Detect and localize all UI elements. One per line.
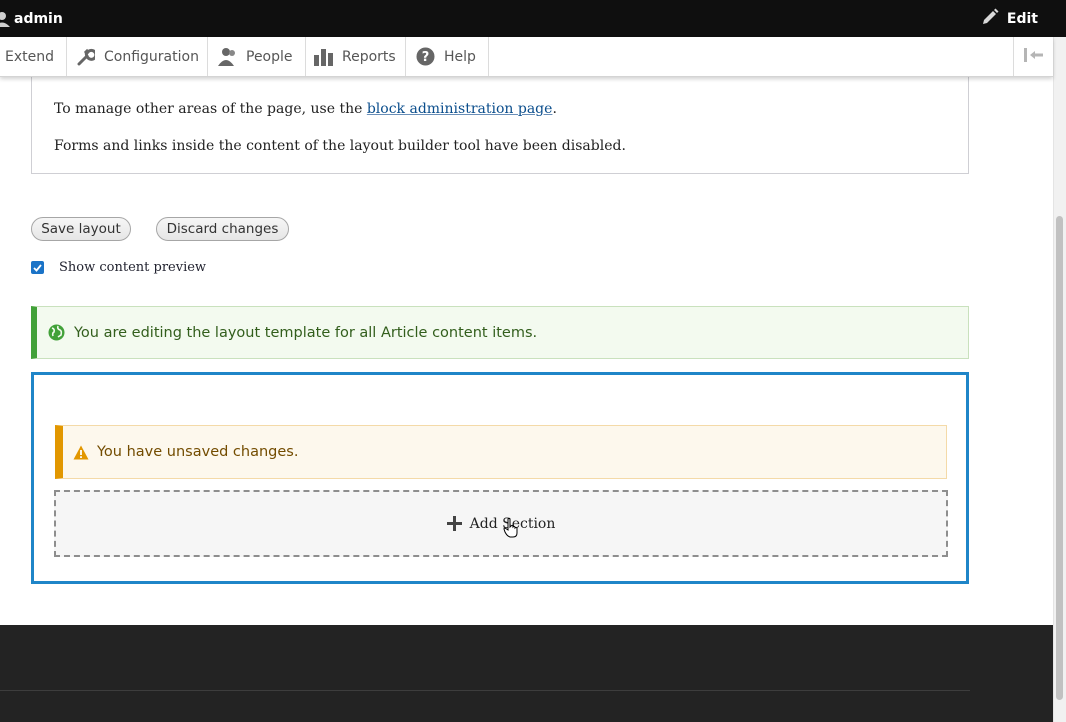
tray-item-help[interactable]: ? Help	[406, 37, 489, 76]
tray-item-label: Configuration	[104, 48, 199, 65]
warning-icon	[73, 445, 89, 460]
status-message: You are editing the layout template for …	[31, 306, 969, 359]
unsaved-changes-warning: You have unsaved changes.	[55, 425, 947, 479]
warning-text: You have unsaved changes.	[97, 444, 299, 460]
toolbar-tray: Extend Configuration People Reports ? He…	[0, 37, 1053, 77]
manage-prefix: To manage other areas of the page, use t…	[54, 101, 367, 117]
hand-cursor-icon	[503, 518, 519, 542]
footer-divider	[0, 690, 970, 691]
user-icon	[0, 0, 12, 37]
save-layout-button[interactable]: Save layout	[31, 217, 131, 241]
tray-item-configuration[interactable]: Configuration	[67, 37, 208, 76]
tray-item-label: Help	[444, 48, 476, 65]
globe-icon	[48, 324, 65, 341]
content-preview-toggle: Show content preview	[31, 260, 206, 275]
tray-item-extend[interactable]: Extend	[0, 37, 67, 76]
add-section-button[interactable]: Add Section	[54, 490, 948, 557]
help-icon: ?	[416, 47, 435, 66]
pencil-icon	[981, 8, 999, 30]
admin-toolbar: admin Edit	[0, 0, 1066, 37]
tray-item-label: Reports	[342, 48, 396, 65]
show-preview-checkbox[interactable]	[31, 261, 44, 274]
scrollbar-thumb[interactable]	[1056, 216, 1063, 700]
status-text: You are editing the layout template for …	[74, 324, 538, 341]
tray-item-reports[interactable]: Reports	[306, 37, 406, 76]
wrench-icon	[76, 47, 95, 66]
user-label: admin	[14, 10, 63, 27]
forms-disabled-text: Forms and links inside the content of th…	[54, 138, 626, 154]
bar-chart-icon	[313, 47, 333, 66]
layout-builder-region: You have unsaved changes. Add Section	[31, 372, 969, 584]
plus-icon	[446, 516, 462, 531]
edit-toggle[interactable]: Edit	[981, 0, 1038, 37]
tray-item-people[interactable]: People	[208, 37, 306, 76]
block-admin-link[interactable]: block administration page	[367, 101, 553, 117]
tray-item-label: Extend	[5, 48, 54, 65]
manage-suffix: .	[552, 101, 557, 117]
page-footer	[0, 625, 1053, 722]
show-preview-label[interactable]: Show content preview	[59, 260, 206, 275]
tray-orientation-toggle[interactable]	[1013, 37, 1053, 76]
manage-areas-text: To manage other areas of the page, use t…	[54, 101, 557, 117]
edit-label: Edit	[1006, 10, 1038, 27]
people-icon	[217, 47, 237, 66]
layout-builder-message: To manage other areas of the page, use t…	[31, 60, 969, 174]
user-menu[interactable]: admin	[0, 0, 63, 37]
svg-text:?: ?	[422, 50, 430, 65]
tray-item-label: People	[246, 48, 293, 65]
discard-changes-button[interactable]: Discard changes	[156, 217, 289, 241]
collapse-icon	[1023, 47, 1044, 66]
